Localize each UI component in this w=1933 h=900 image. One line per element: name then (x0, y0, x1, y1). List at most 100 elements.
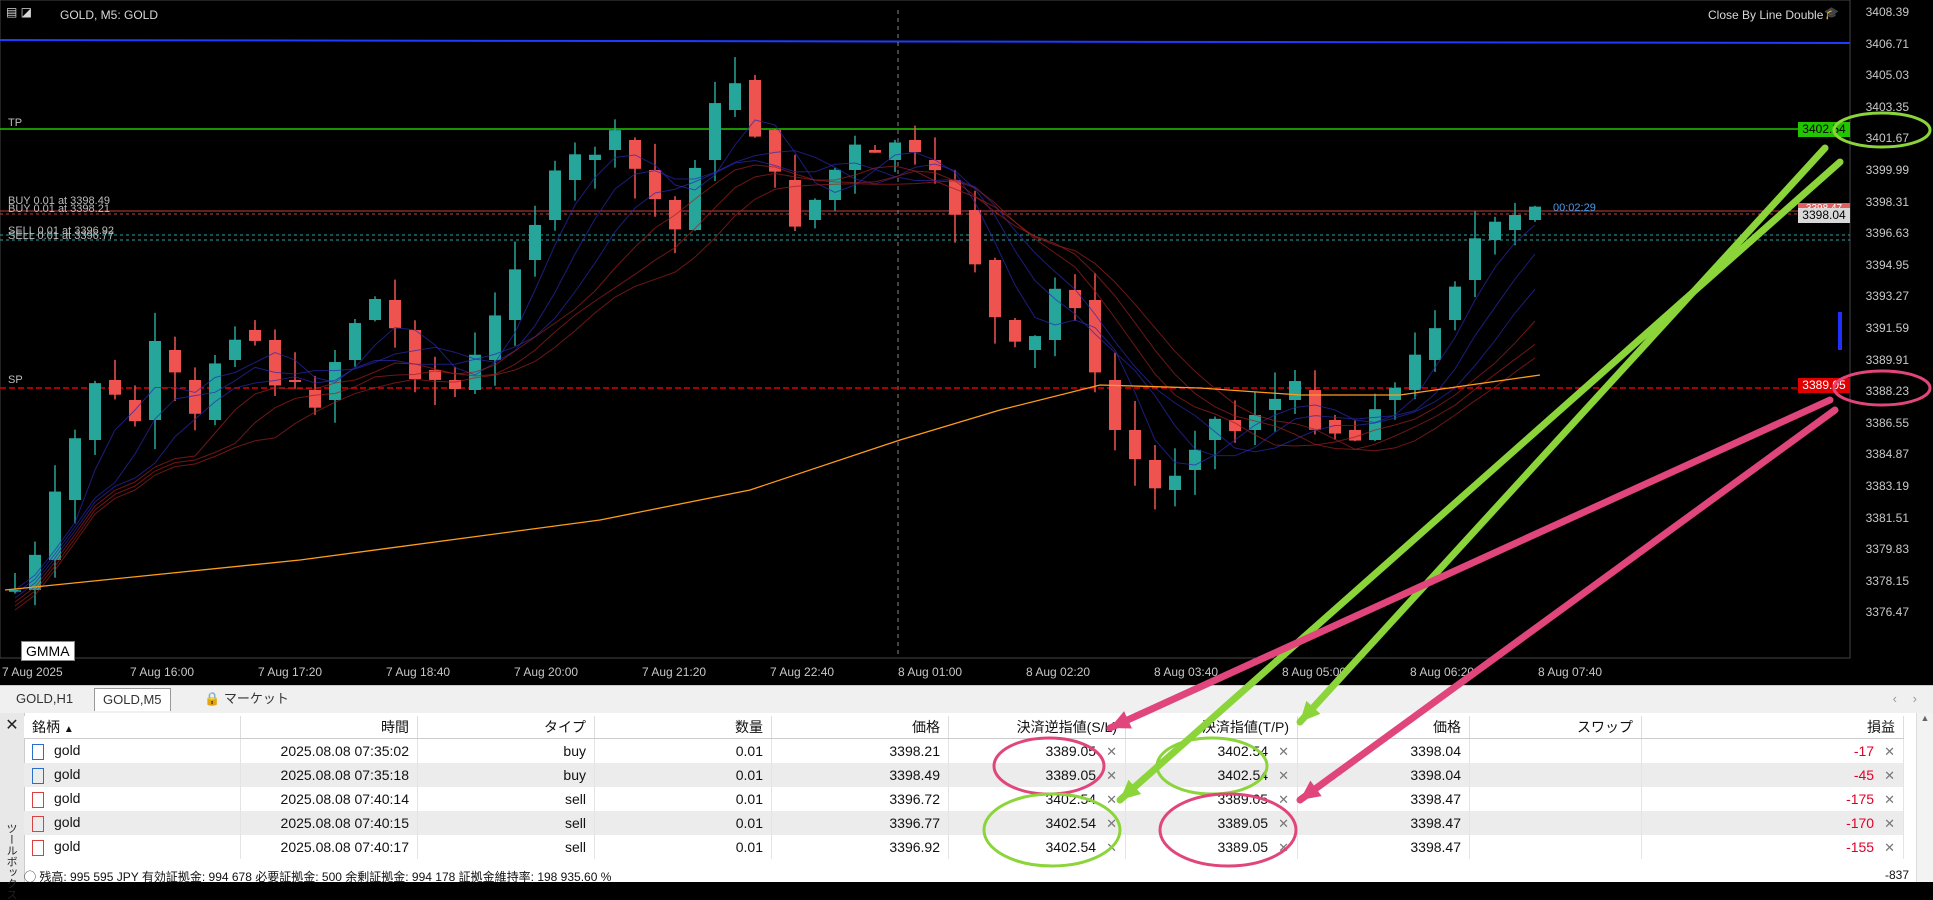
price-tick-label: 3383.19 (1865, 479, 1909, 493)
candle-body (589, 154, 601, 160)
tabs-scroll-left-icon[interactable]: ‹ (1893, 691, 1897, 706)
time-tick-label: 8 Aug 06:20 (1410, 665, 1475, 679)
trade-table-header: 銘柄 ▲ 時間 タイプ 数量 価格 決済逆指値(S/L) 決済指値(T/P) 価… (24, 716, 1904, 739)
total-profit: -837 (1884, 868, 1909, 882)
tokyo-clock: TOKYO 13:42:31 (283, 8, 440, 30)
candle-body (209, 363, 221, 420)
candle-body (349, 323, 361, 360)
cell-price: 3398.49 (771, 763, 949, 787)
cell-swap (1469, 787, 1642, 811)
col-type[interactable]: タイプ (417, 716, 595, 739)
cell-swap (1469, 738, 1642, 763)
remove-tp-icon[interactable]: ✕ (1278, 792, 1289, 807)
tabs-scroll-right-icon[interactable]: › (1913, 691, 1917, 706)
remove-sl-icon[interactable]: ✕ (1106, 840, 1117, 855)
price-chart[interactable]: ▤ ◪ GOLD, M5: GOLD TOKYO 13:42:31 LONDON… (0, 0, 1933, 685)
remove-sl-icon[interactable]: ✕ (1106, 816, 1117, 831)
cell-tp[interactable]: 3389.05 ✕ (1125, 835, 1298, 859)
cell-volume: 0.01 (594, 835, 772, 859)
col-volume[interactable]: 数量 (594, 716, 772, 739)
price-tick-label: 3396.63 (1865, 226, 1909, 241)
gmma-ribbon-line (14, 119, 1536, 591)
col-current-price[interactable]: 価格 (1297, 716, 1470, 739)
table-row[interactable]: gold 2025.08.08 07:40:17 sell 0.01 3396.92 34… (24, 835, 1904, 859)
cell-sl[interactable]: 3402.54 ✕ (948, 787, 1126, 811)
time-tick-label: 8 Aug 03:40 (1154, 665, 1219, 679)
table-row[interactable]: gold 2025.08.08 07:35:18 buy 0.01 3398.49 338… (24, 763, 1904, 787)
table-row[interactable]: gold 2025.08.08 07:40:14 sell 0.01 3396.72 34… (24, 787, 1904, 811)
trade-table: 銘柄 ▲ 時間 タイプ 数量 価格 決済逆指値(S/L) 決済指値(T/P) 価… (24, 716, 1904, 859)
remove-tp-icon[interactable]: ✕ (1278, 840, 1289, 855)
col-time[interactable]: 時間 (240, 716, 418, 739)
remove-sl-icon[interactable]: ✕ (1106, 744, 1117, 759)
price-tick-label: 3408.39 (1865, 5, 1909, 19)
table-scrollbar[interactable]: ▲ (1916, 713, 1933, 882)
gmma-indicator-label[interactable]: GMMA (21, 641, 75, 661)
cell-sl[interactable]: 3402.54 ✕ (948, 811, 1126, 835)
candlestick-canvas[interactable] (0, 0, 1933, 685)
sort-up-icon: ▲ (63, 724, 74, 735)
candle-body (1309, 390, 1321, 430)
col-sl[interactable]: 決済逆指値(S/L) (948, 716, 1126, 739)
tp-price-tag[interactable]: 3402.54 (1798, 122, 1850, 137)
cell-sl[interactable]: 3402.54 ✕ (948, 835, 1126, 859)
price-tick-label: 3403.35 (1865, 99, 1909, 114)
close-position-icon[interactable]: ✕ (1884, 840, 1895, 855)
cell-tp[interactable]: 3402.54 ✕ (1125, 763, 1298, 787)
cell-symbol: gold (24, 763, 241, 787)
col-tp[interactable]: 決済指値(T/P) (1125, 716, 1298, 739)
cell-tp[interactable]: 3402.54 ✕ (1125, 738, 1298, 763)
tab-gold-h1[interactable]: GOLD,H1 (8, 688, 81, 710)
tp-line-label: TP (8, 117, 23, 129)
tab-gold-m5[interactable]: GOLD,M5 (94, 688, 171, 711)
cell-sl[interactable]: 3389.05 ✕ (948, 763, 1126, 787)
candle-body (389, 300, 401, 329)
col-swap[interactable]: スワップ (1469, 716, 1642, 739)
sell-order-icon (32, 815, 44, 832)
cell-current-price: 3398.04 (1297, 763, 1470, 787)
cell-volume: 0.01 (594, 811, 772, 835)
time-tick-label: 7 Aug 16:00 (130, 665, 195, 679)
cell-tp[interactable]: 3389.05 ✕ (1125, 787, 1298, 811)
time-tick-label: 7 Aug 18:40 (386, 665, 451, 679)
remove-sl-icon[interactable]: ✕ (1106, 792, 1117, 807)
expert-cap-icon[interactable]: 🎓 (1824, 6, 1839, 20)
tab-market[interactable]: 🔒 マーケット (196, 688, 297, 710)
col-profit[interactable]: 損益 (1641, 716, 1904, 739)
candle-body (609, 130, 621, 150)
close-position-icon[interactable]: ✕ (1884, 744, 1895, 759)
cell-time: 2025.08.08 07:40:15 (240, 811, 418, 835)
candle-body (89, 383, 101, 440)
candle-body (109, 380, 121, 395)
cell-price: 3396.92 (771, 835, 949, 859)
table-row[interactable]: gold 2025.08.08 07:40:15 sell 0.01 3396.77 34… (24, 811, 1904, 835)
sell-order-icon (32, 791, 44, 808)
price-tick-label: 3401.67 (1865, 131, 1909, 146)
candle-body (189, 380, 201, 414)
table-row[interactable]: gold 2025.08.08 07:35:02 buy 0.01 3398.21 338… (24, 738, 1904, 763)
close-position-icon[interactable]: ✕ (1884, 768, 1895, 783)
remove-sl-icon[interactable]: ✕ (1106, 768, 1117, 783)
candle-body (1529, 206, 1541, 220)
cell-sl[interactable]: 3389.05 ✕ (948, 738, 1126, 763)
gmma-ribbon-line (14, 150, 1536, 595)
price-tick-label: 3406.71 (1865, 36, 1909, 51)
cell-price: 3396.72 (771, 787, 949, 811)
candle-body (949, 180, 961, 215)
cell-tp[interactable]: 3389.05 ✕ (1125, 811, 1298, 835)
col-symbol[interactable]: 銘柄 ▲ (24, 716, 241, 739)
scroll-up-icon[interactable]: ▲ (1917, 713, 1933, 723)
time-tick-label: 8 Aug 01:00 (898, 665, 963, 679)
chart-menu-icon[interactable]: ▤ ◪ (6, 5, 32, 19)
remove-tp-icon[interactable]: ✕ (1278, 744, 1289, 759)
col-price[interactable]: 価格 (771, 716, 949, 739)
price-tick-label: 3378.15 (1865, 573, 1909, 588)
remove-tp-icon[interactable]: ✕ (1278, 816, 1289, 831)
sl-price-tag[interactable]: 3389.05 (1798, 378, 1850, 393)
cell-current-price: 3398.47 (1297, 787, 1470, 811)
remove-tp-icon[interactable]: ✕ (1278, 768, 1289, 783)
close-position-icon[interactable]: ✕ (1884, 816, 1895, 831)
close-position-icon[interactable]: ✕ (1884, 792, 1895, 807)
close-icon[interactable]: ✕ (0, 715, 24, 735)
time-tick-label: 7 Aug 2025 (2, 665, 63, 679)
